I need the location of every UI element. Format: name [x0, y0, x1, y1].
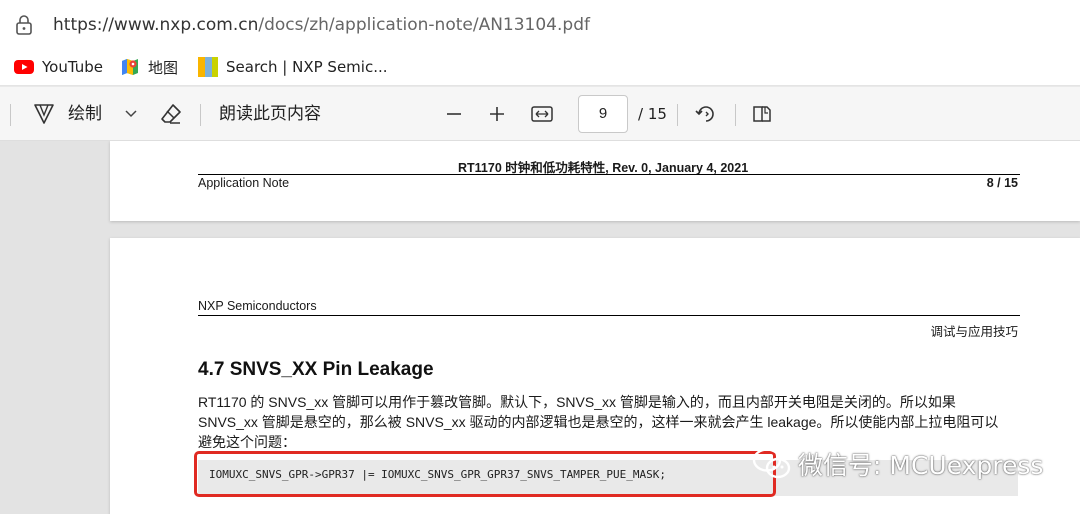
pdf-page-8: RT1170 时钟和低功耗特性, Rev. 0, January 4, 2021…: [110, 141, 1080, 221]
nxp-icon: [198, 57, 218, 77]
draw-button[interactable]: [32, 101, 56, 127]
toolbar-divider: [10, 104, 11, 126]
draw-label[interactable]: 绘制: [68, 103, 102, 125]
url-text[interactable]: https://www.nxp.com.cn/docs/zh/applicati…: [53, 14, 590, 36]
chevron-down-icon: [125, 110, 137, 118]
section-heading: 4.7 SNVS_XX Pin Leakage: [198, 359, 434, 380]
eraser-icon: [161, 104, 181, 124]
url-host: https://www.nxp.com.cn: [53, 15, 259, 35]
toolbar-divider: [735, 104, 736, 126]
maps-icon: [122, 59, 138, 75]
watermark-text: 微信号: MCUexpress: [798, 451, 1044, 480]
zoom-in-button[interactable]: [486, 102, 508, 126]
page-view-button[interactable]: [750, 101, 774, 127]
pen-icon: [34, 104, 54, 124]
fit-to-width-button[interactable]: [530, 102, 554, 126]
toolbar-divider: [677, 104, 678, 126]
lock-icon[interactable]: [14, 14, 34, 36]
page-header-rule: [198, 315, 1020, 316]
toolbar-divider: [200, 104, 201, 126]
youtube-icon: [14, 60, 34, 74]
watermark: 微信号: MCUexpress: [752, 444, 1043, 484]
bookmark-maps[interactable]: 地图: [120, 55, 178, 79]
page-number-input[interactable]: 9: [578, 95, 628, 133]
draw-options-dropdown[interactable]: [123, 105, 139, 123]
page-total: / 15: [638, 105, 667, 123]
bookmark-label: 地图: [148, 58, 179, 77]
minus-icon: [447, 113, 461, 115]
rotate-button[interactable]: [694, 101, 718, 127]
page-section-label: 调试与应用技巧: [930, 325, 1018, 339]
page-footer-left: Application Note: [198, 176, 290, 190]
pdf-toolbar: 绘制 朗读此页内容 9 / 15: [0, 87, 1080, 141]
erase-button[interactable]: [158, 101, 184, 127]
bookmark-nxp-search[interactable]: Search | NXP Semic...: [198, 55, 388, 79]
read-aloud-button[interactable]: 朗读此页内容: [219, 103, 321, 125]
address-bar[interactable]: https://www.nxp.com.cn/docs/zh/applicati…: [0, 0, 1080, 48]
paragraph-line: SNVS_xx 管脚是悬空的，那么被 SNVS_xx 驱动的内部逻辑也是悬空的，…: [198, 414, 999, 430]
bookmarks-bar: YouTube 地图 Search | NXP Semic...: [0, 48, 1080, 86]
page-header-rule: [198, 174, 1020, 175]
bookmark-youtube[interactable]: YouTube: [14, 55, 103, 79]
two-page-icon: [753, 106, 771, 122]
highlight-box: [194, 451, 776, 497]
url-path: /docs/zh/application-note/AN13104.pdf: [258, 15, 590, 35]
page-footer-number: 8 / 15: [986, 176, 1018, 190]
zoom-out-button[interactable]: [443, 102, 465, 126]
plus-icon: [490, 107, 504, 121]
paragraph-line: 避免这个问题：: [198, 434, 296, 450]
rotate-icon: [695, 106, 714, 122]
paragraph-line: RT1170 的 SNVS_xx 管脚可以用作于篡改管脚。默认下，SNVS_xx…: [198, 394, 956, 410]
fit-width-icon: [531, 106, 553, 122]
bookmark-label: YouTube: [42, 58, 103, 76]
page-company: NXP Semiconductors: [198, 299, 317, 313]
bookmark-label: Search | NXP Semic...: [226, 58, 388, 76]
wechat-icon: [752, 448, 791, 479]
